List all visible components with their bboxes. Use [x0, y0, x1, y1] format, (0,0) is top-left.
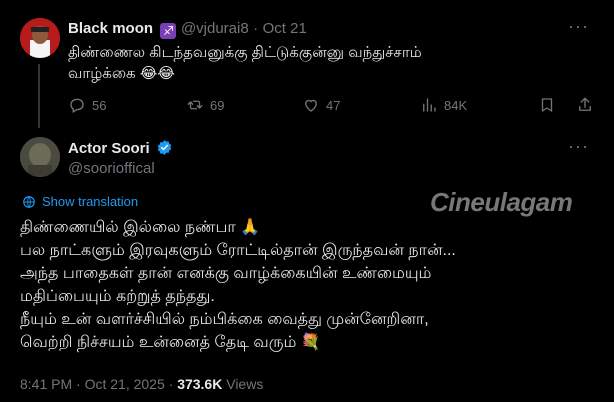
repost-icon: [187, 100, 203, 110]
tweet-timestamp[interactable]: 8:41 PM · Oct 21, 2025 ·: [20, 376, 173, 392]
verified-badge-icon: [157, 140, 172, 155]
main-text-line: வெற்றி நிச்சயம் உன்னைத் தேடி வரும் 💐: [20, 334, 321, 351]
reply-avatar[interactable]: [20, 18, 60, 58]
like-button[interactable]: 47: [302, 96, 340, 114]
reply-count: 56: [92, 97, 107, 113]
share-icon: [579, 97, 591, 111]
reply-date[interactable]: Oct 21: [263, 20, 307, 37]
reply-separator: ·: [253, 20, 259, 37]
avatar-image: [20, 18, 60, 58]
reply-author-handle[interactable]: @vjdurai8: [181, 20, 249, 37]
bookmark-icon: [541, 98, 553, 112]
main-text-line: பல நாட்களும் இரவுகளும் ரோட்டில்தான் இருந…: [20, 242, 456, 259]
reply-button[interactable]: 56: [68, 96, 106, 114]
repost-button[interactable]: 69: [186, 96, 224, 114]
views-count: 84K: [444, 97, 468, 113]
avatar-image: [20, 137, 60, 177]
more-options-icon[interactable]: ···: [568, 16, 589, 37]
repost-count: 69: [210, 97, 225, 113]
tweet-metadata: 8:41 PM · Oct 21, 2025 · 373.6K Views: [20, 376, 263, 392]
main-header: Actor Soori @soorioffical: [68, 139, 173, 177]
main-text-line: மதிப்பையும் கற்றுத் தந்தது.: [20, 288, 215, 305]
watermark-logo: Cineulagam: [430, 187, 573, 217]
sagittarius-badge-icon: ♐: [160, 23, 177, 39]
comment-icon: [70, 98, 84, 113]
globe-icon: [23, 195, 35, 208]
main-text-line: அந்த பாதைகள் தான் எனக்கு வாழ்க்கையின் உண…: [20, 265, 432, 282]
reply-text-line: வாழ்க்கை 😂😂: [68, 65, 175, 82]
main-author-name[interactable]: Actor Soori: [68, 140, 150, 157]
views-button[interactable]: 84K: [420, 96, 467, 114]
tweet-views-count: 373.6K: [177, 376, 223, 392]
main-author-handle[interactable]: @soorioffical: [68, 160, 173, 177]
reply-header: Black moon ♐ @vjdurai8 · Oct 21: [68, 20, 307, 39]
reply-text: திண்ணைல கிடந்தவனுக்கு திட்டுக்குன்னு வந்…: [68, 42, 422, 84]
share-button[interactable]: [576, 96, 594, 114]
main-text-line: திண்ணையில் இல்லை நண்பா 🙏: [20, 219, 261, 236]
main-text-line: நீயும் உன் வளர்ச்சியில் நம்பிக்கை வைத்து…: [20, 311, 429, 328]
main-avatar[interactable]: [20, 137, 60, 177]
reply-author-name[interactable]: Black moon: [68, 20, 153, 37]
reply-text-line: திண்ணைல கிடந்தவனுக்கு திட்டுக்குன்னு வந்…: [68, 44, 422, 61]
analytics-icon: [423, 98, 436, 112]
main-tweet-text: திண்ணையில் இல்லை நண்பா 🙏 பல நாட்களும் இர…: [20, 216, 456, 354]
heart-icon: [305, 99, 317, 112]
thread-line: [38, 64, 40, 128]
like-count: 47: [326, 97, 341, 113]
bookmark-button[interactable]: [538, 96, 556, 114]
show-translation-label: Show translation: [42, 194, 139, 209]
show-translation-link[interactable]: Show translation: [22, 194, 138, 209]
tweet-views-label: Views: [226, 376, 264, 392]
more-options-icon[interactable]: ···: [568, 136, 589, 157]
